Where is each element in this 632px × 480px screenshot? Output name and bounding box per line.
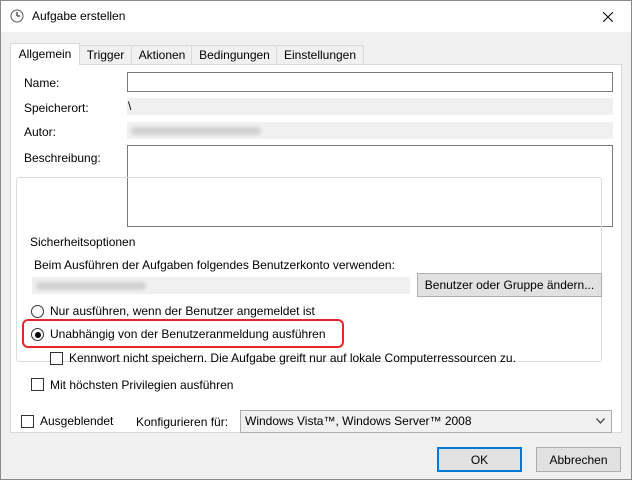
redacted-account xyxy=(36,282,146,290)
name-label: Name: xyxy=(24,76,60,90)
author-value xyxy=(127,122,613,139)
location-label: Speicherort: xyxy=(24,101,89,115)
location-value: \ xyxy=(127,98,613,115)
change-user-button[interactable]: Benutzer oder Gruppe ändern... xyxy=(417,273,602,297)
hidden-checkbox[interactable] xyxy=(21,415,34,428)
name-input[interactable] xyxy=(127,72,613,92)
radio-logged-on[interactable] xyxy=(31,305,44,318)
account-prompt: Beim Ausführen der Aufgaben folgendes Be… xyxy=(34,258,395,272)
description-label: Beschreibung: xyxy=(24,151,101,165)
tab-conditions[interactable]: Bedingungen xyxy=(191,45,278,64)
close-icon xyxy=(603,11,613,22)
clock-icon xyxy=(10,9,24,23)
hidden-label: Ausgeblendet xyxy=(40,414,114,428)
window-title: Aufgabe erstellen xyxy=(32,9,126,23)
security-legend: Sicherheitsoptionen xyxy=(28,235,138,249)
dialog-window: Aufgabe erstellen Allgemein Trigger Akti… xyxy=(0,0,632,480)
highest-privileges-label: Mit höchsten Privilegien ausführen xyxy=(50,378,234,392)
account-value xyxy=(32,277,410,294)
tab-settings[interactable]: Einstellungen xyxy=(276,45,364,64)
configure-label: Konfigurieren für: xyxy=(136,415,229,429)
cancel-button[interactable]: Abbrechen xyxy=(536,447,621,472)
location-text: \ xyxy=(128,99,132,113)
tab-trigger[interactable]: Trigger xyxy=(78,45,133,64)
close-button[interactable] xyxy=(585,1,631,32)
configure-value: Windows Vista™, Windows Server™ 2008 xyxy=(245,414,472,428)
tab-general[interactable]: Allgemein xyxy=(10,43,80,65)
ok-button[interactable]: OK xyxy=(437,447,522,472)
chevron-down-icon xyxy=(596,418,605,424)
radio-logged-on-label: Nur ausführen, wenn der Benutzer angemel… xyxy=(50,304,315,318)
author-label: Autor: xyxy=(24,125,57,139)
red-highlight-annotation xyxy=(22,319,344,348)
no-password-label: Kennwort nicht speichern. Die Aufgabe gr… xyxy=(69,351,516,365)
redacted-author xyxy=(131,127,261,135)
no-password-checkbox[interactable] xyxy=(50,352,63,365)
configure-dropdown[interactable]: Windows Vista™, Windows Server™ 2008 xyxy=(240,410,612,433)
highest-privileges-checkbox[interactable] xyxy=(31,378,44,391)
tab-actions[interactable]: Aktionen xyxy=(131,45,193,64)
title-bar: Aufgabe erstellen xyxy=(1,1,631,32)
